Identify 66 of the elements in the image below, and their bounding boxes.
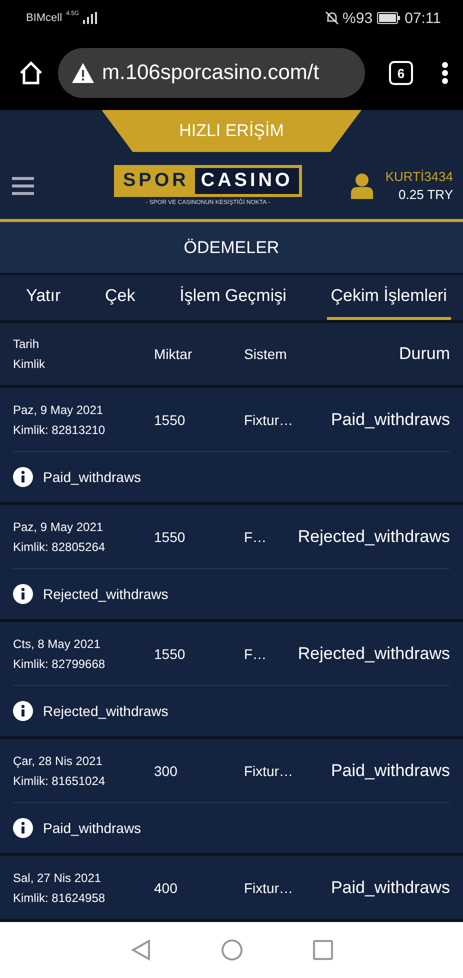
battery-percent: %93 xyxy=(342,10,373,26)
tab[interactable]: Yatır xyxy=(22,275,65,320)
status-cell: Rejected_withdraws xyxy=(298,644,450,664)
withdrawal-row[interactable]: Paz, 9 May 2021 Kimlik: 82813210 1550 Fixtur… Paid_withdraws Paid_withdraws xyxy=(0,388,463,505)
system-cell-text: F… xyxy=(244,646,268,662)
amount-cell-text: 400 xyxy=(154,880,178,896)
status-cell: Paid_withdraws xyxy=(330,878,450,898)
withdrawal-row[interactable]: Sal, 27 Nis 2021 Kimlik: 81624958 400 Fixtur… Paid_withdraws xyxy=(0,856,463,922)
recents-icon[interactable] xyxy=(312,940,332,960)
url-text: m.106sporcasino.com/t xyxy=(102,61,320,85)
status-cell: Rejected_withdraws xyxy=(298,526,450,546)
date-cell-text: Sal, 27 Nis 2021 xyxy=(13,870,102,884)
page-title: ÖDEMELER xyxy=(0,222,463,275)
battery-icon xyxy=(376,12,401,24)
info-icon xyxy=(13,701,33,721)
info-icon xyxy=(13,818,33,838)
carrier-name: BIMcell xyxy=(26,12,62,24)
withdrawal-row[interactable]: Çar, 28 Nis 2021 Kimlik: 81651024 300 Fixtur… Paid_withdraws Paid_withdraws xyxy=(0,739,463,856)
status-note: Paid_withdraws xyxy=(43,469,142,485)
id-cell-text: Kimlik: 82799668 xyxy=(13,656,106,670)
tab[interactable]: Çek xyxy=(101,275,140,320)
withdrawal-row[interactable]: Paz, 9 May 2021 Kimlik: 82805264 1550 F… Rejected_withdraws Rejected_withdraws xyxy=(0,505,463,622)
info-icon xyxy=(13,584,33,604)
mute-bell-icon xyxy=(324,11,339,25)
status-cell: Paid_withdraws xyxy=(330,760,450,780)
amount-cell-text: 1550 xyxy=(154,412,186,428)
status-note: Rejected_withdraws xyxy=(43,586,168,602)
back-icon[interactable] xyxy=(130,939,150,961)
amount-cell-text: 1550 xyxy=(154,528,186,544)
status-note: Paid_withdraws xyxy=(43,820,142,836)
url-field[interactable]: m.106sporcasino.com/t xyxy=(58,48,365,98)
id-cell-text: Kimlik: 81624958 xyxy=(13,890,106,904)
system-cell-text: Fixtur… xyxy=(244,412,294,428)
tab[interactable]: Çekim İşlemleri xyxy=(326,275,451,320)
date-cell-text: Çar, 28 Nis 2021 xyxy=(13,754,104,768)
clock-time: 07:11 xyxy=(404,10,441,26)
logo[interactable]: SPOR CASINO xyxy=(114,165,302,197)
warning-icon xyxy=(72,63,94,83)
amount-cell-text: 300 xyxy=(154,762,178,778)
menu-icon[interactable] xyxy=(441,61,449,85)
balance: 0.25 TRY xyxy=(398,187,453,202)
id-cell-text: Kimlik: 82805264 xyxy=(13,540,106,554)
username: KURTİ3434 xyxy=(385,169,453,184)
column-header: Tarih xyxy=(13,337,40,351)
tab[interactable]: İşlem Geçmişi xyxy=(176,275,290,320)
system-cell-text: F… xyxy=(244,528,268,544)
column-header: Miktar xyxy=(154,346,194,362)
withdrawal-row[interactable]: Cts, 8 May 2021 Kimlik: 82799668 1550 F… Rejected_withdraws Rejected_withdraws xyxy=(0,622,463,739)
date-cell-text: Paz, 9 May 2021 xyxy=(13,520,104,534)
column-header: Kimlik xyxy=(13,357,46,371)
id-cell-text: Kimlik: 81651024 xyxy=(13,774,106,788)
id-cell-text: Kimlik: 82813210 xyxy=(13,422,106,436)
info-icon xyxy=(13,467,33,487)
date-cell-text: Paz, 9 May 2021 xyxy=(13,402,104,416)
status-cell: Paid_withdraws xyxy=(330,410,450,430)
status-note: Rejected_withdraws xyxy=(43,703,168,719)
amount-cell-text: 1550 xyxy=(154,646,186,662)
user-icon[interactable] xyxy=(351,172,374,198)
menu-icon[interactable] xyxy=(12,176,34,196)
system-cell-text: Fixtur… xyxy=(244,880,294,896)
signal-icon xyxy=(83,12,98,24)
column-header: Sistem xyxy=(244,346,288,362)
column-header: Durum xyxy=(398,344,450,364)
date-cell-text: Cts, 8 May 2021 xyxy=(13,636,102,650)
system-cell-text: Fixtur… xyxy=(244,762,294,778)
tab-count[interactable]: 6 xyxy=(389,61,413,85)
